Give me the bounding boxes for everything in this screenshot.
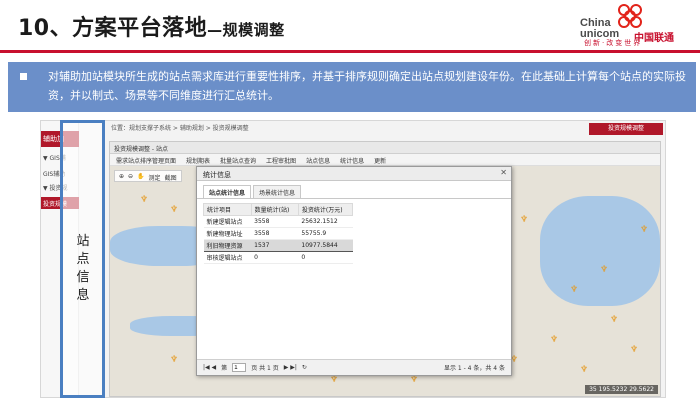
table-row[interactable]: 利旧物理资源 1537 10977.5844 [203,239,353,252]
site-marker-icon[interactable]: ♆ [140,196,148,205]
table-cell: 55755.9 [298,227,353,240]
site-marker-icon[interactable]: ♆ [630,346,638,355]
site-marker-icon[interactable]: ♆ [550,336,558,345]
table-cell: 审核逻辑站点 [203,251,252,264]
page-label: 第 [221,365,228,372]
dialog-title: 统计信息 ✕ [197,167,511,181]
menu-item-stats[interactable]: 统计信息 [340,156,364,165]
app-menu: 需求站点排序管理页面 规划期表 批量站点查询 工程审批图 站点信息 统计信息 更… [110,154,660,166]
frame-label: 站点信息 [76,234,90,303]
knot-icon [618,4,646,32]
title-divider [0,50,700,53]
pan-icon[interactable]: ✋ [137,173,144,180]
pager: |◀ ◀ 第 页 共 1 页 ▶ ▶| ↻ 显示 1 - 4 条，共 4 条 [197,359,511,375]
square-bullet-icon [20,73,27,80]
description-bar: 对辅助加站模块所生成的站点需求库进行重要性排序，并基于排序规则确定出站点规划建设… [8,62,696,112]
stats-dialog: 统计信息 ✕ 站点统计信息 场景统计信息 统计项目 数量统计(站) 投资统计(万… [196,166,512,376]
zoom-in-icon[interactable]: ⊕ [119,173,124,180]
slide-title: 10、方案平台落地—规模调整 [18,10,285,42]
dialog-tabs: 站点统计信息 场景统计信息 [197,181,511,199]
table-row[interactable]: 新建逻辑站点 3558 25632.1512 [203,215,353,228]
unicom-logo: China unicom 中国联通 创新·改变世界 [580,4,698,47]
table-cell: 0 [298,251,353,264]
zoom-out-icon[interactable]: ⊖ [128,173,133,180]
table-cell: 3558 [251,227,299,240]
tab-scene-stats[interactable]: 场景统计信息 [253,185,302,198]
first-prev-icon[interactable]: |◀ ◀ [203,364,216,371]
table-cell: 10977.5844 [298,239,353,252]
site-marker-icon[interactable]: ♆ [570,286,578,295]
measure-button[interactable]: 测定 [149,173,161,182]
slide-title-main: 10、方案平台落地 [18,16,208,41]
logo-english: China unicom [580,17,620,40]
column-header[interactable]: 投资统计(万元) [297,203,354,216]
tab-site-stats[interactable]: 站点统计信息 [203,185,252,198]
site-marker-icon[interactable]: ♆ [600,266,608,275]
site-marker-icon[interactable]: ♆ [640,226,648,235]
table-row[interactable]: 新建物理站址 3558 55755.9 [203,227,353,240]
table-cell: 新建物理站址 [203,227,252,240]
table-cell: 0 [251,251,299,264]
next-last-icon[interactable]: ▶ ▶| [284,364,297,371]
table-cell: 1537 [251,239,299,252]
menu-item-query[interactable]: 批量站点查询 [220,156,256,165]
site-marker-icon[interactable]: ♆ [410,376,418,385]
site-marker-icon[interactable]: ♆ [610,316,618,325]
menu-item-approve[interactable]: 工程审批图 [266,156,296,165]
menu-item-update[interactable]: 更新 [374,156,386,165]
site-marker-icon[interactable]: ♆ [580,366,588,375]
pager-info: 显示 1 - 4 条，共 4 条 [443,365,505,372]
map-toolbar: ⊕ ⊖ ✋ 测定 截图 [114,170,182,182]
slide-title-sub: —规模调整 [207,21,285,39]
column-header[interactable]: 统计项目 [203,203,252,216]
site-marker-icon[interactable]: ♆ [170,206,178,215]
stats-table: 统计项目 数量统计(站) 投资统计(万元) 新建逻辑站点 3558 25632.15… [203,203,354,264]
close-icon[interactable]: ✕ [500,168,507,177]
menu-item-plan[interactable]: 规划期表 [186,156,210,165]
refresh-icon[interactable]: ↻ [302,364,307,371]
breadcrumb: 位置：规划支撑子系统 > 辅助规划 > 投资规模调整 [111,125,249,132]
table-cell: 25632.1512 [298,215,353,228]
invest-adjust-button[interactable]: 投资规模调整 [589,123,663,135]
description-text: 对辅助加站模块所生成的站点需求库进行重要性排序，并基于排序规则确定出站点规划建设… [48,70,686,102]
table-cell: 利旧物理资源 [203,239,252,252]
column-header[interactable]: 数量统计(站) [250,203,299,216]
site-marker-icon[interactable]: ♆ [170,356,178,365]
page-input[interactable] [232,363,247,372]
logo-slogan: 创新·改变世界 [584,39,643,47]
app-title: 投资规模调整 - 站点 [110,142,660,154]
table-cell: 新建逻辑站点 [203,215,252,228]
menu-item-sort[interactable]: 需求站点排序管理页面 [116,156,176,165]
page-total: 页 共 1 页 [251,365,279,372]
table-row[interactable]: 审核逻辑站点 0 0 [203,251,353,264]
menu-item-site-info[interactable]: 站点信息 [306,156,330,165]
site-marker-icon[interactable]: ♆ [330,376,338,385]
coordinate-readout: 35 195.5232 29.5622 [585,385,658,394]
screenshot-button[interactable]: 截图 [165,173,177,182]
table-cell: 3558 [251,215,299,228]
lake-shape [540,196,660,306]
highlight-frame: 站点信息 [60,120,105,398]
site-marker-icon[interactable]: ♆ [520,216,528,225]
